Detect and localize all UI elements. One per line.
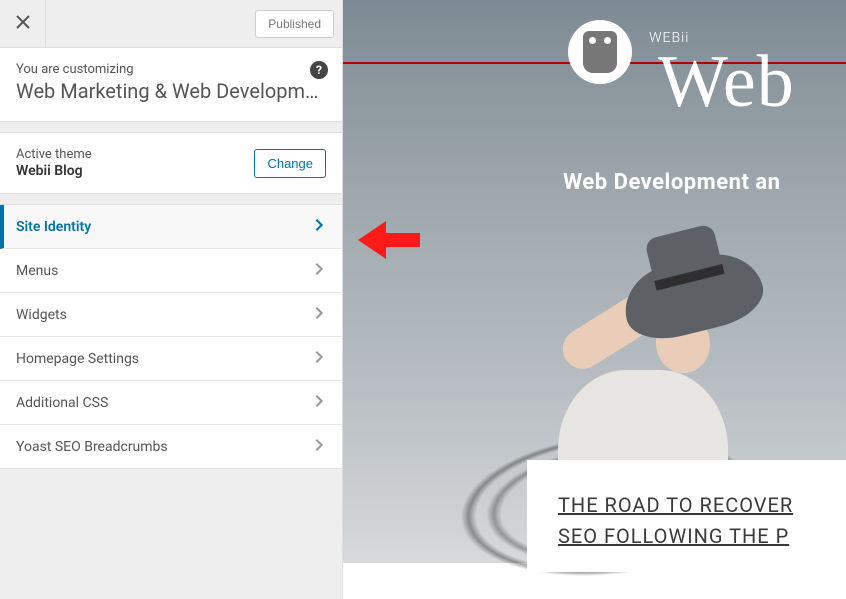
chevron-right-icon (312, 350, 326, 368)
chevron-right-icon (312, 262, 326, 280)
active-theme-name: Webii Blog (16, 163, 92, 179)
active-theme-label: Active theme (16, 147, 92, 162)
close-button[interactable] (0, 0, 46, 48)
nav-item-additional-css[interactable]: Additional CSS (0, 381, 342, 425)
nav-item-yoast-breadcrumbs[interactable]: Yoast SEO Breadcrumbs (0, 425, 342, 469)
help-icon[interactable]: ? (310, 61, 328, 79)
nav-item-site-identity[interactable]: Site Identity (0, 205, 342, 249)
chevron-right-icon (312, 394, 326, 412)
chevron-right-icon (312, 306, 326, 324)
nav-label: Menus (16, 263, 58, 279)
nav-item-widgets[interactable]: Widgets (0, 293, 342, 337)
customizer-topbar: Published (0, 0, 342, 48)
nav-label: Site Identity (16, 219, 91, 235)
nav-label: Yoast SEO Breadcrumbs (16, 439, 168, 455)
nav-label: Widgets (16, 307, 67, 323)
site-title: Web Marketing & Web Developme… (16, 79, 326, 103)
publish-status-button[interactable]: Published (255, 10, 334, 38)
chevron-right-icon (312, 438, 326, 456)
nav-label: Homepage Settings (16, 351, 139, 367)
site-preview: WEBii Web Web Development an THE ROAD TO… (343, 0, 846, 599)
post-title-line1: THE ROAD TO RECOVER (558, 490, 846, 521)
change-theme-button[interactable]: Change (254, 149, 326, 178)
post-title-link[interactable]: THE ROAD TO RECOVER SEO FOLLOWING THE P (558, 490, 846, 552)
nav-item-homepage-settings[interactable]: Homepage Settings (0, 337, 342, 381)
logo-icon (583, 31, 617, 73)
post-title-line2: SEO FOLLOWING THE P (558, 521, 846, 552)
site-logo (568, 20, 632, 84)
brand-large-wordmark: Web (658, 40, 795, 125)
customizer-nav: Site Identity Menus Widgets Homepage Set… (0, 204, 342, 469)
nav-label: Additional CSS (16, 395, 108, 411)
chevron-right-icon (312, 218, 326, 236)
close-icon (15, 14, 31, 34)
active-theme-block: Active theme Webii Blog Change (0, 132, 342, 194)
customizer-sidebar: Published ? You are customizing Web Mark… (0, 0, 343, 599)
customizing-label: You are customizing (16, 62, 326, 77)
hero-tagline: Web Development an (563, 170, 780, 195)
nav-item-menus[interactable]: Menus (0, 249, 342, 293)
customizer-header: ? You are customizing Web Marketing & We… (0, 48, 342, 122)
